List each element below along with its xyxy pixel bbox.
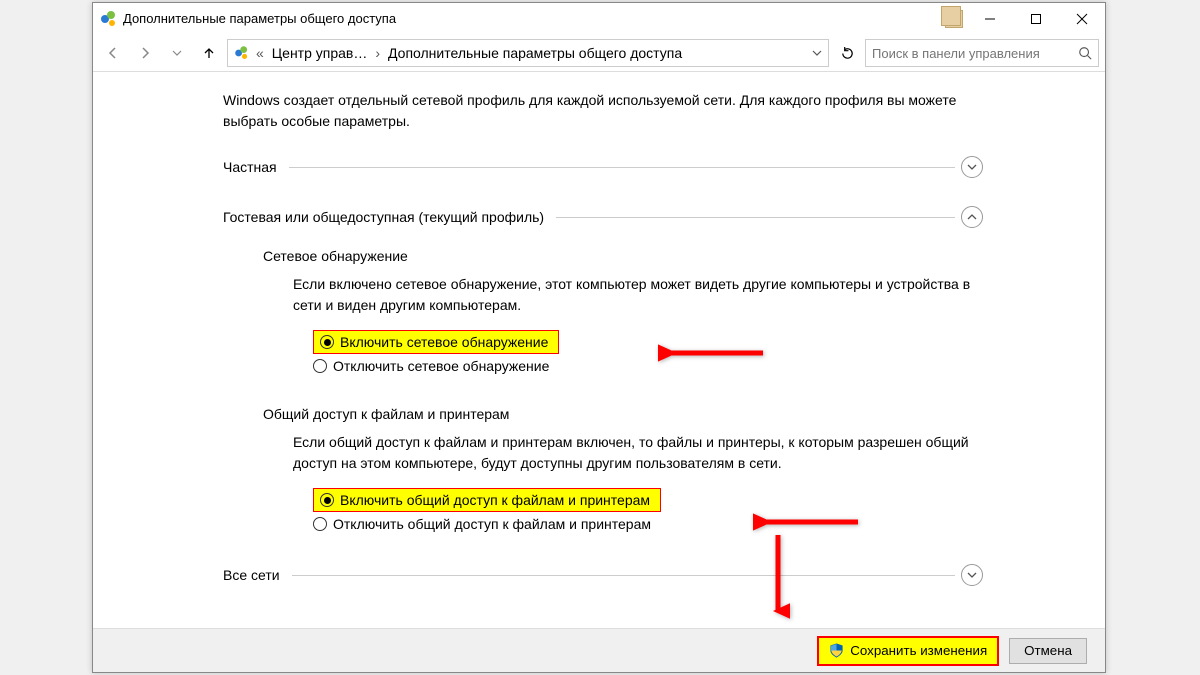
minimize-button[interactable]	[967, 3, 1013, 35]
radio-enable-discovery[interactable]: Включить сетевое обнаружение	[313, 330, 559, 354]
save-button[interactable]: Сохранить изменения	[817, 636, 999, 666]
close-button[interactable]	[1059, 3, 1105, 35]
restore-stack-icon	[945, 3, 963, 35]
titlebar: Дополнительные параметры общего доступа	[93, 3, 1105, 35]
cancel-label: Отмена	[1024, 643, 1072, 658]
window-title: Дополнительные параметры общего доступа	[123, 11, 396, 26]
section-guest-label: Гостевая или общедоступная (текущий проф…	[223, 209, 550, 225]
recent-dropdown[interactable]	[163, 39, 191, 67]
section-guest[interactable]: Гостевая или общедоступная (текущий проф…	[223, 206, 983, 228]
discovery-desc: Если включено сетевое обнаружение, этот …	[293, 274, 993, 316]
annotation-arrow-1	[658, 341, 768, 365]
section-all-networks[interactable]: Все сети	[223, 564, 983, 586]
content-area: Windows создает отдельный сетевой профил…	[93, 71, 1105, 628]
forward-button[interactable]	[131, 39, 159, 67]
radio-icon	[313, 359, 327, 373]
radio-label: Отключить сетевое обнаружение	[333, 358, 549, 374]
back-button[interactable]	[99, 39, 127, 67]
shield-icon	[829, 643, 844, 658]
up-button[interactable]	[195, 39, 223, 67]
radio-label: Включить сетевое обнаружение	[340, 334, 548, 350]
radio-label: Включить общий доступ к файлам и принтер…	[340, 492, 650, 508]
radio-icon	[320, 493, 334, 507]
intro-text: Windows создает отдельный сетевой профил…	[223, 90, 983, 132]
chevron-down-icon[interactable]	[961, 156, 983, 178]
chevron-right-icon: ›	[373, 45, 382, 61]
section-private[interactable]: Частная	[223, 156, 983, 178]
radio-label: Отключить общий доступ к файлам и принте…	[333, 516, 651, 532]
network-sharing-icon	[101, 11, 117, 27]
search-input[interactable]	[872, 46, 1078, 61]
address-bar: « Центр управ… › Дополнительные параметр…	[93, 35, 1105, 71]
annotation-arrow-3	[766, 533, 790, 625]
chevron-down-icon[interactable]	[961, 564, 983, 586]
section-all-label: Все сети	[223, 567, 286, 583]
chevron-left-icon[interactable]: «	[254, 45, 266, 61]
cancel-button[interactable]: Отмена	[1009, 638, 1087, 664]
chevron-up-icon[interactable]	[961, 206, 983, 228]
annotation-arrow-2	[753, 510, 863, 534]
refresh-button[interactable]	[833, 39, 861, 67]
sharing-title: Общий доступ к файлам и принтерам	[263, 406, 1085, 422]
search-icon	[1078, 46, 1092, 60]
footer-bar: Сохранить изменения Отмена	[93, 628, 1105, 672]
breadcrumb-icon	[235, 46, 249, 60]
discovery-title: Сетевое обнаружение	[263, 248, 1085, 264]
maximize-button[interactable]	[1013, 3, 1059, 35]
radio-disable-sharing[interactable]: Отключить общий доступ к файлам и принте…	[313, 512, 1085, 536]
save-label: Сохранить изменения	[850, 643, 987, 658]
breadcrumb[interactable]: « Центр управ… › Дополнительные параметр…	[227, 39, 829, 67]
window: Дополнительные параметры общего доступа …	[92, 2, 1106, 673]
radio-icon	[313, 517, 327, 531]
radio-enable-sharing[interactable]: Включить общий доступ к файлам и принтер…	[313, 488, 661, 512]
search-box[interactable]	[865, 39, 1099, 67]
breadcrumb-dropdown[interactable]	[808, 45, 826, 61]
breadcrumb-seg-1[interactable]: Центр управ…	[266, 41, 374, 65]
radio-icon	[320, 335, 334, 349]
section-private-label: Частная	[223, 159, 283, 175]
sharing-desc: Если общий доступ к файлам и принтерам в…	[293, 432, 993, 474]
breadcrumb-seg-2[interactable]: Дополнительные параметры общего доступа	[382, 41, 688, 65]
